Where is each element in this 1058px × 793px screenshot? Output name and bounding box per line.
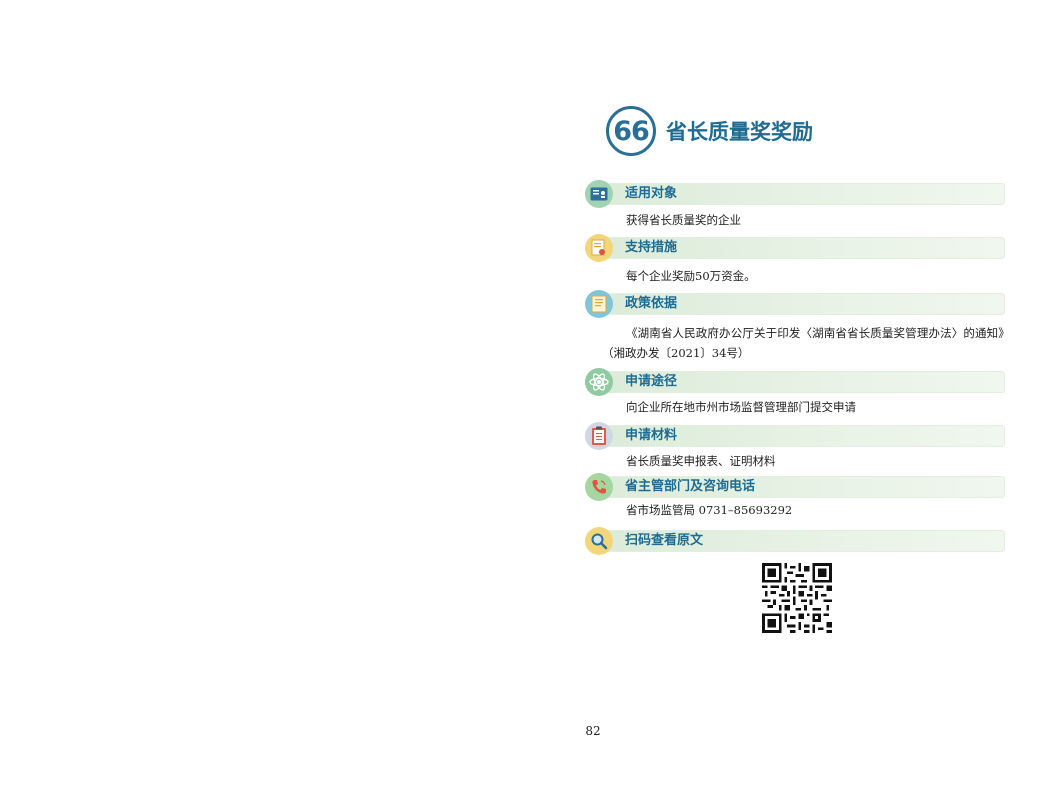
section-header-materials: 申请材料 bbox=[585, 422, 1005, 450]
page-title: 省长质量奖奖励 bbox=[666, 120, 813, 144]
section-title: 政策依据 bbox=[625, 296, 678, 311]
section-title: 支持措施 bbox=[625, 240, 678, 255]
magnifier-icon bbox=[585, 527, 613, 555]
document-icon bbox=[585, 290, 613, 318]
qr-code[interactable] bbox=[762, 563, 832, 633]
section-body: 省市场监管局 0731–85693292 bbox=[626, 503, 793, 517]
section-header-target: 适用对象 bbox=[585, 180, 1005, 208]
page-number: 82 bbox=[585, 724, 601, 738]
section-body: 向企业所在地市州市场监督管理部门提交申请 bbox=[626, 400, 856, 414]
section-title: 扫码查看原文 bbox=[625, 533, 704, 548]
certificate-icon bbox=[585, 234, 613, 262]
id-card-icon bbox=[585, 180, 613, 208]
section-header-scan-qr: 扫码查看原文 bbox=[585, 527, 1005, 555]
section-header-policy-basis: 政策依据 bbox=[585, 290, 1005, 318]
section-title: 省主管部门及咨询电话 bbox=[625, 479, 756, 494]
section-body: 省长质量奖申报表、证明材料 bbox=[626, 454, 776, 468]
section-body: 每个企业奖励50万资金。 bbox=[626, 269, 756, 283]
clipboard-icon bbox=[585, 422, 613, 450]
section-body: 获得省长质量奖的企业 bbox=[626, 213, 741, 227]
section-title: 适用对象 bbox=[625, 186, 678, 201]
atom-icon bbox=[585, 368, 613, 396]
section-header-contact: 省主管部门及咨询电话 bbox=[585, 473, 1005, 501]
item-number-badge: 66 bbox=[606, 106, 656, 156]
section-body: 《湖南省人民政府办公厅关于印发〈湖南省省长质量奖管理办法〉的通知》（湘政办发〔2… bbox=[602, 326, 1004, 360]
phone-icon bbox=[585, 473, 613, 501]
section-header-application-channel: 申请途径 bbox=[585, 368, 1005, 396]
section-title: 申请途径 bbox=[625, 374, 678, 389]
page-header: 66 省长质量奖奖励 bbox=[606, 106, 813, 156]
section-title: 申请材料 bbox=[625, 428, 678, 443]
section-header-measures: 支持措施 bbox=[585, 234, 1005, 262]
